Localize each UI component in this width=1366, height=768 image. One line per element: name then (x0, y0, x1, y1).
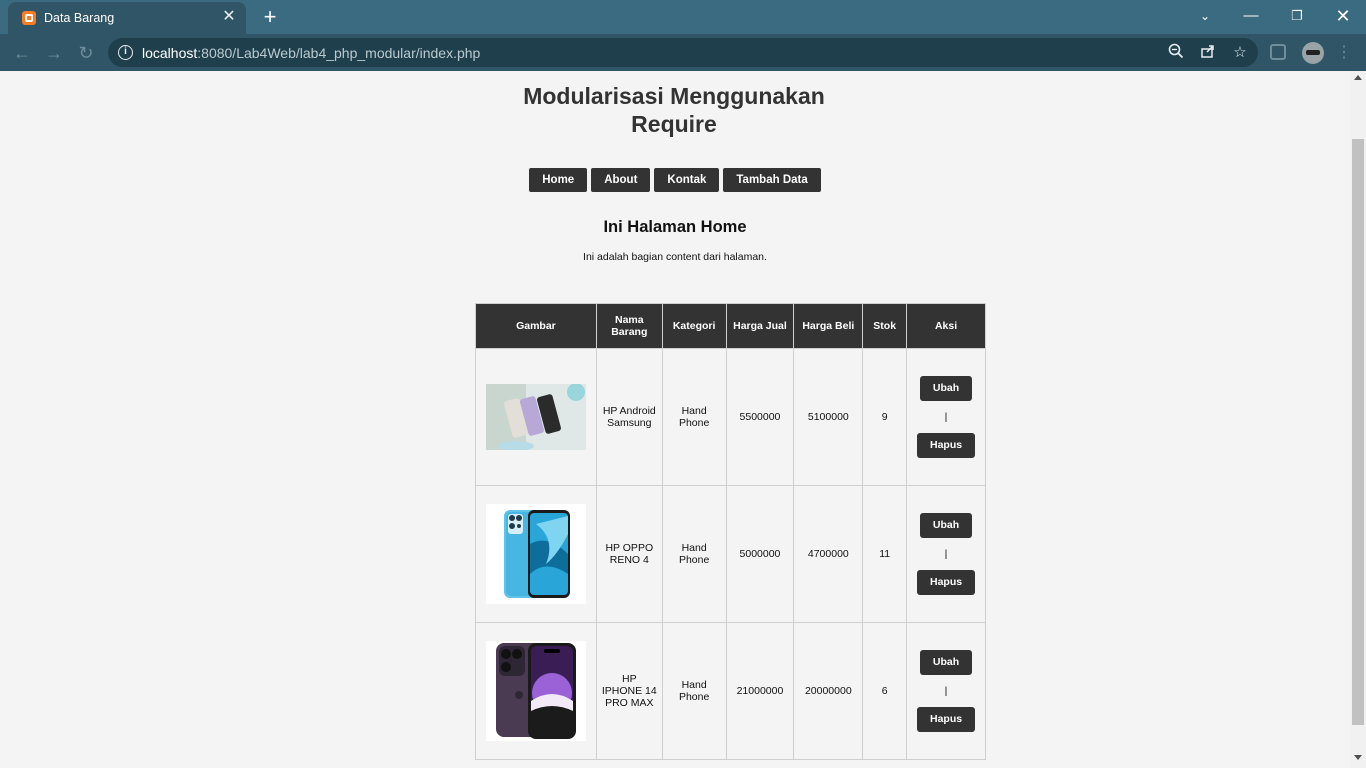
cell-kategori: Hand Phone (661, 622, 727, 760)
cell-harga-jual: 21000000 (725, 622, 795, 760)
content-heading: Ini Halaman Home (603, 218, 747, 236)
action-separator: | (944, 548, 948, 560)
nav-kontak[interactable]: Kontak (654, 168, 720, 192)
nav-tambah-data[interactable]: Tambah Data (723, 168, 821, 192)
xampp-favicon-icon (22, 11, 36, 25)
main-nav: Home About Kontak Tambah Data (0, 168, 1350, 192)
bookmark-star-icon[interactable]: ☆ (1230, 43, 1250, 63)
cell-kategori: Hand Phone (661, 485, 727, 623)
new-tab-button[interactable]: + (256, 4, 284, 30)
cell-gambar (475, 348, 597, 486)
header-harga-jual: Harga Jual (725, 303, 795, 349)
cell-stok: 9 (862, 348, 908, 486)
window-close-icon[interactable]: ✕ (1320, 3, 1366, 29)
header-kategori: Kategori (661, 303, 727, 349)
scrollbar-thumb[interactable] (1352, 139, 1364, 725)
cell-aksi: Ubah | Hapus (906, 348, 986, 486)
page-viewport: Modularisasi Menggunakan Require Home Ab… (0, 71, 1350, 768)
hapus-button[interactable]: Hapus (916, 707, 976, 732)
share-icon[interactable] (1198, 43, 1218, 63)
cell-harga-beli: 4700000 (793, 485, 864, 623)
cell-stok: 11 (862, 485, 908, 623)
table-row: HP Android Samsung Hand Phone 5500000 51… (475, 348, 986, 486)
scroll-down-arrow-icon[interactable] (1354, 755, 1362, 760)
zoom-icon[interactable] (1166, 43, 1186, 63)
address-bar[interactable]: i localhost:8080/Lab4Web/lab4_php_modula… (108, 38, 1258, 67)
forward-icon[interactable]: → (42, 41, 66, 65)
hapus-button[interactable]: Hapus (916, 433, 976, 458)
cell-harga-jual: 5500000 (725, 348, 795, 486)
cell-harga-beli: 5100000 (793, 348, 864, 486)
scroll-up-arrow-icon[interactable] (1354, 75, 1362, 80)
restore-icon[interactable]: ❐ (1274, 3, 1320, 29)
cell-nama-barang: HP Android Samsung (595, 348, 663, 486)
cell-harga-beli: 20000000 (793, 622, 864, 760)
header-harga-beli: Harga Beli (793, 303, 864, 349)
cell-harga-jual: 5000000 (725, 485, 795, 623)
product-image (485, 504, 586, 604)
header-aksi: Aksi (906, 303, 986, 349)
cell-nama-barang: HP OPPO RENO 4 (595, 485, 663, 623)
cell-nama-barang: HP IPHONE 14 PRO MAX (595, 622, 663, 760)
data-barang-table: Gambar Nama Barang Kategori Harga Jual H… (475, 303, 986, 760)
ubah-button[interactable]: Ubah (919, 650, 973, 675)
page-title: Modularisasi Menggunakan Require (523, 83, 825, 137)
page-scrollbar[interactable] (1350, 71, 1366, 768)
ubah-button[interactable]: Ubah (919, 513, 973, 538)
browser-tab[interactable]: Data Barang ✕ (8, 2, 246, 34)
profile-avatar[interactable] (1302, 42, 1324, 64)
table-row: HP OPPO RENO 4 Hand Phone 5000000 470000… (475, 485, 986, 623)
action-separator: | (944, 411, 948, 423)
content-text: Ini adalah bagian content dari halaman. (583, 251, 767, 263)
tab-search-icon[interactable]: ⌄ (1182, 3, 1228, 29)
cell-stok: 6 (862, 622, 908, 760)
header-nama-barang: Nama Barang (595, 303, 663, 349)
cell-gambar (475, 485, 597, 623)
minimize-icon[interactable]: — (1228, 3, 1274, 29)
back-icon[interactable]: ← (10, 41, 34, 65)
header-stok: Stok (862, 303, 908, 349)
table-header-row: Gambar Nama Barang Kategori Harga Jual H… (475, 303, 986, 349)
cell-kategori: Hand Phone (661, 348, 727, 486)
browser-menu-icon[interactable]: ⋮ (1334, 42, 1354, 64)
table-row: HP IPHONE 14 PRO MAX Hand Phone 21000000… (475, 622, 986, 760)
product-image (485, 384, 586, 450)
tab-title: Data Barang (44, 11, 115, 25)
url-text[interactable]: localhost:8080/Lab4Web/lab4_php_modular/… (142, 45, 480, 61)
reload-icon[interactable]: ↻ (74, 41, 98, 65)
cell-aksi: Ubah | Hapus (906, 485, 986, 623)
product-image (485, 641, 586, 741)
cell-aksi: Ubah | Hapus (906, 622, 986, 760)
side-panel-icon[interactable] (1270, 44, 1286, 60)
header-gambar: Gambar (475, 303, 597, 349)
cell-gambar (475, 622, 597, 760)
nav-home[interactable]: Home (529, 168, 588, 192)
nav-about[interactable]: About (591, 168, 651, 192)
browser-toolbar: ← → ↻ i localhost:8080/Lab4Web/lab4_php_… (0, 34, 1366, 71)
action-separator: | (944, 685, 948, 697)
hapus-button[interactable]: Hapus (916, 570, 976, 595)
browser-tab-strip: Data Barang ✕ + ⌄ — ❐ ✕ (0, 0, 1366, 34)
tab-close-icon[interactable]: ✕ (220, 8, 238, 26)
site-info-icon[interactable]: i (118, 45, 133, 60)
ubah-button[interactable]: Ubah (919, 376, 973, 401)
